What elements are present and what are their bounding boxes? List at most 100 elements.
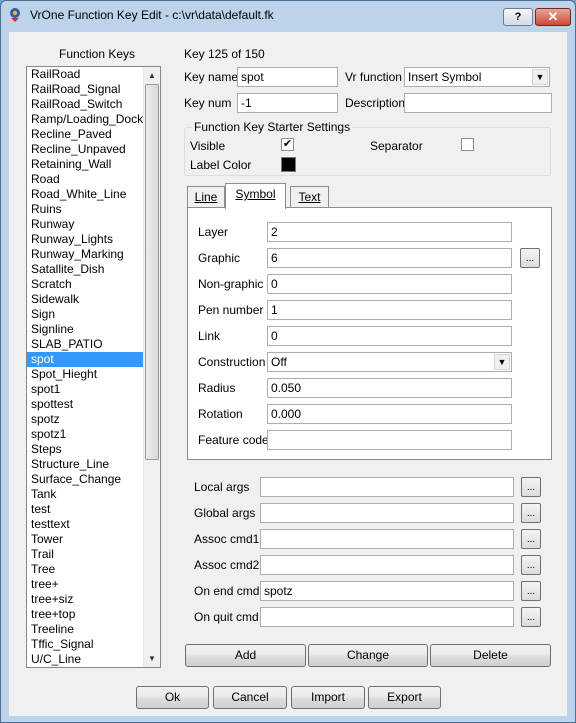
vr-function-label: Vr function [345,70,402,84]
key-num-label: Key num [184,96,232,110]
layer-input[interactable]: 2 [267,222,512,242]
list-item[interactable]: Sign [27,307,143,322]
list-item[interactable]: test [27,502,143,517]
key-num-input[interactable]: -1 [237,93,338,113]
list-item[interactable]: U/C_Line [27,652,143,667]
list-item[interactable]: Tffic_Signal [27,637,143,652]
on-quit-cmd-input[interactable] [260,607,514,627]
list-item[interactable]: Treeline [27,622,143,637]
list-item[interactable]: Spot_Hieght [27,367,143,382]
function-keys-items: RailRoad RailRoad_Signal RailRoad_Switch Ra… [27,67,143,667]
global-args-input[interactable] [260,503,514,523]
list-item[interactable]: Runway_Lights [27,232,143,247]
vr-function-select[interactable]: Insert Symbol ▼ [404,67,550,87]
list-item[interactable]: RailRoad_Switch [27,97,143,112]
list-item[interactable]: Signline [27,322,143,337]
rotation-input[interactable]: 0.000 [267,404,512,424]
label-color-swatch[interactable] [281,157,296,172]
on-end-cmd-input[interactable]: spotz [260,581,514,601]
ok-button[interactable]: Ok [136,686,209,709]
list-item[interactable]: Road [27,172,143,187]
list-scrollbar[interactable]: ▲ ▼ [143,67,160,667]
cancel-button[interactable]: Cancel [213,686,287,709]
function-keys-list[interactable]: RailRoad RailRoad_Signal RailRoad_Switch Ra… [26,66,161,668]
global-args-browse-button[interactable]: ... [521,503,541,523]
separator-checkbox[interactable] [461,138,474,151]
nongraphic-input[interactable]: 0 [267,274,512,294]
list-item[interactable]: Tower [27,532,143,547]
list-item[interactable]: Road_White_Line [27,187,143,202]
feature-code-input[interactable] [267,430,512,450]
graphic-browse-button[interactable]: ... [520,248,540,268]
tab-text[interactable]: Text [290,186,329,208]
scroll-down-icon[interactable]: ▼ [144,650,160,667]
list-item[interactable]: testtext [27,517,143,532]
list-item[interactable]: spotz [27,412,143,427]
add-button[interactable]: Add [185,644,306,667]
local-args-browse-button[interactable]: ... [521,477,541,497]
on-quit-cmd-label: On quit cmd [194,610,259,624]
list-item[interactable]: spot1 [27,382,143,397]
key-name-label: Key name [184,70,239,84]
delete-button[interactable]: Delete [430,644,551,667]
list-item[interactable]: Runway_Marking [27,247,143,262]
list-item[interactable]: Tree [27,562,143,577]
radius-input[interactable]: 0.050 [267,378,512,398]
key-name-input[interactable]: spot [237,67,338,87]
list-item[interactable]: Retaining_Wall [27,157,143,172]
visible-checkbox[interactable]: ✔ [281,138,294,151]
window-title: VrOne Function Key Edit - c:\vr\data\def… [30,8,274,22]
list-item[interactable]: Recline_Paved [27,127,143,142]
list-item[interactable]: SLAB_PATIO [27,337,143,352]
scroll-thumb[interactable] [145,84,159,460]
list-item[interactable]: Satallite_Dish [27,262,143,277]
list-item[interactable]: Structure_Line [27,457,143,472]
graphic-input[interactable]: 6 [267,248,512,268]
list-item[interactable]: RailRoad_Signal [27,82,143,97]
list-item[interactable]: Surface_Change [27,472,143,487]
list-item[interactable]: spot [27,352,143,367]
list-item[interactable]: spottest [27,397,143,412]
list-item[interactable]: RailRoad [27,67,143,82]
chevron-down-icon[interactable]: ▼ [494,354,510,370]
tab-line[interactable]: Line [187,186,225,208]
list-item[interactable]: spotz1 [27,427,143,442]
assoc-cmd1-input[interactable] [260,529,514,549]
change-button[interactable]: Change [308,644,428,667]
link-input[interactable]: 0 [267,326,512,346]
list-item[interactable]: Steps [27,442,143,457]
vr-function-value: Insert Symbol [408,70,482,84]
assoc-cmd2-input[interactable] [260,555,514,575]
separator-label: Separator [370,139,423,153]
scroll-up-icon[interactable]: ▲ [144,67,160,84]
construction-select[interactable]: Off ▼ [267,352,512,372]
on-end-cmd-browse-button[interactable]: ... [521,581,541,601]
chevron-down-icon[interactable]: ▼ [532,69,548,85]
list-item[interactable]: Recline_Unpaved [27,142,143,157]
local-args-input[interactable] [260,477,514,497]
list-item[interactable]: Sidewalk [27,292,143,307]
list-item[interactable]: Trail [27,547,143,562]
import-button[interactable]: Import [291,686,365,709]
list-item[interactable]: tree+top [27,607,143,622]
description-input[interactable] [404,93,552,113]
list-item[interactable]: Ruins [27,202,143,217]
export-button[interactable]: Export [368,686,441,709]
list-item[interactable]: tree+ [27,577,143,592]
assoc-cmd2-browse-button[interactable]: ... [521,555,541,575]
list-item[interactable]: Runway [27,217,143,232]
title-bar[interactable]: VrOne Function Key Edit - c:\vr\data\def… [1,1,575,29]
close-button[interactable]: ✕ [535,8,571,26]
label-color-label: Label Color [190,158,252,172]
feature-code-label: Feature code [198,433,269,447]
help-button[interactable]: ? [503,8,533,26]
on-quit-cmd-browse-button[interactable]: ... [521,607,541,627]
list-item[interactable]: Scratch [27,277,143,292]
visible-label: Visible [190,139,226,153]
list-item[interactable]: tree+siz [27,592,143,607]
tab-symbol[interactable]: Symbol [225,183,286,209]
assoc-cmd1-browse-button[interactable]: ... [521,529,541,549]
list-item[interactable]: Tank [27,487,143,502]
pen-number-input[interactable]: 1 [267,300,512,320]
list-item[interactable]: Ramp/Loading_Dock [27,112,143,127]
